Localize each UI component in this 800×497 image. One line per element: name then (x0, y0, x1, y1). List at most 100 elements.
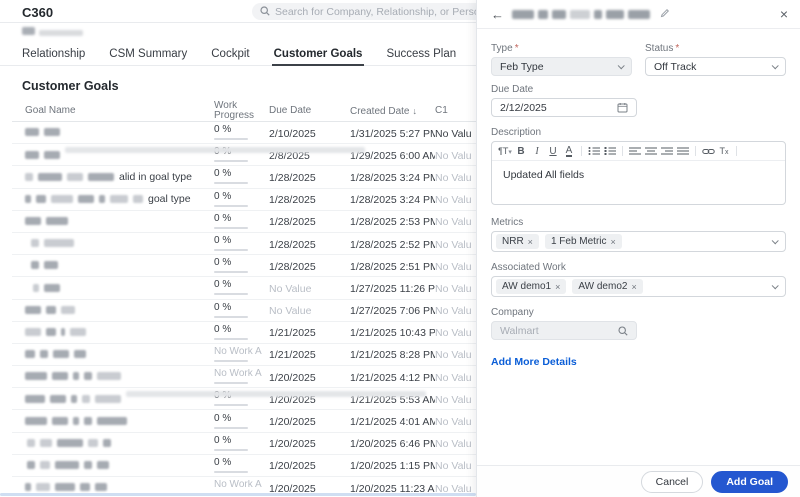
column-header-goal-name[interactable]: Goal Name (12, 106, 214, 116)
table-row[interactable]: 0 %1/21/20251/21/2025 10:43 PMNo Valu (12, 322, 532, 344)
redacted-text (73, 417, 79, 425)
rich-text-editor: ¶T▾BIUA Tx Updated All fields (491, 141, 786, 205)
numbered-list-icon[interactable] (603, 145, 617, 157)
edit-title-pencil-icon[interactable] (660, 5, 670, 23)
created-date-cell: 1/31/2025 5:27 PM (350, 124, 435, 142)
progress-bar (214, 471, 248, 473)
redacted-text (33, 284, 39, 292)
calendar-icon[interactable] (617, 102, 628, 113)
app-title: C360 (22, 5, 53, 20)
redacted-text (55, 483, 75, 491)
tab-csm-summary[interactable]: CSM Summary (109, 43, 187, 65)
add-goal-button[interactable]: Add Goal (711, 471, 788, 493)
column-header-due-date[interactable]: Due Date (269, 106, 350, 116)
redacted-text (46, 306, 56, 314)
column-header-created-date[interactable]: Created Date↓ (350, 106, 435, 117)
tab-customer-goals[interactable]: Customer Goals (274, 43, 363, 65)
description-text[interactable]: Updated All fields (492, 161, 785, 189)
progress-bar (214, 360, 248, 362)
redacted-text (40, 350, 48, 358)
work-progress-cell: 0 % (214, 125, 269, 140)
redacted-text (40, 461, 50, 469)
table-row[interactable]: 0 %1/20/20251/21/2025 5:53 AMNo Valu (12, 388, 532, 410)
goal-name-cell (12, 212, 214, 230)
bold-icon[interactable]: B (514, 145, 528, 157)
panel-header: ← × (477, 0, 800, 29)
align-right-icon[interactable] (660, 145, 674, 157)
table-row[interactable]: 0 %1/20/20251/20/2025 1:15 PMNo Valu (12, 455, 532, 477)
table-row[interactable]: No Work A1/21/20251/21/2025 8:28 PMNo Va… (12, 344, 532, 366)
cancel-button[interactable]: Cancel (641, 471, 704, 493)
align-center-icon[interactable] (644, 145, 658, 157)
work-progress-cell: 0 % (214, 258, 269, 273)
status-select[interactable]: Off Track (645, 57, 786, 76)
tab-cockpit[interactable]: Cockpit (211, 43, 249, 65)
work-progress-cell: 0 % (214, 236, 269, 251)
metrics-multiselect[interactable]: NRR×1 Feb Metric× (491, 231, 786, 252)
created-date-cell: 1/27/2025 11:26 PM (350, 279, 435, 297)
justify-icon[interactable] (676, 145, 690, 157)
redacted-text (27, 439, 35, 447)
sort-desc-icon[interactable]: ↓ (412, 106, 417, 116)
goal-name-cell: goal type (12, 190, 214, 208)
redacted-text (27, 461, 35, 469)
redacted-text (46, 217, 68, 225)
back-arrow-icon[interactable]: ← (491, 8, 504, 21)
redacted-text (88, 439, 98, 447)
created-date-cell: 1/21/2025 8:28 PM (350, 345, 435, 363)
table-row[interactable]: 0 %No Value1/27/2025 7:06 PMNo Valu (12, 300, 532, 322)
table-row[interactable]: 0 %1/28/20251/28/2025 2:51 PMNo Valu (12, 255, 532, 277)
work-progress-cell: 0 % (214, 325, 269, 340)
add-more-details-link[interactable]: Add More Details (491, 356, 577, 368)
clear-formatting-icon[interactable]: Tx (717, 145, 731, 157)
redacted-text (25, 173, 33, 181)
text-style-icon[interactable]: ¶T▾ (498, 145, 512, 157)
goal-name-cell (12, 257, 214, 275)
insert-link-icon[interactable] (701, 145, 715, 157)
table-row[interactable]: 0 %1/28/20251/28/2025 2:52 PMNo Valu (12, 233, 532, 255)
table-row[interactable]: goal type0 %1/28/20251/28/2025 3:24 PMNo… (12, 189, 532, 211)
tab-relationship[interactable]: Relationship (22, 43, 85, 65)
redacted-text (97, 372, 121, 380)
metric-tag: NRR× (496, 234, 539, 249)
toolbar-separator (695, 146, 696, 156)
redacted-text (46, 328, 56, 336)
redacted-text (44, 128, 60, 136)
table-row[interactable]: 0 %2/10/20251/31/2025 5:27 PMNo Valu (12, 122, 532, 144)
tab-success-plan[interactable]: Success Plan (386, 43, 456, 65)
redacted-text (110, 195, 128, 203)
table-row[interactable]: No Work A1/20/20251/21/2025 4:12 PMNo Va… (12, 366, 532, 388)
table-row[interactable]: alid in goal type0 %1/28/20251/28/2025 3… (12, 166, 532, 188)
company-input[interactable]: Walmart (491, 321, 637, 340)
table-row[interactable]: 0 %1/20/20251/21/2025 4:01 AMNo Valu (12, 410, 532, 432)
remove-tag-icon[interactable]: × (631, 282, 636, 292)
table-row[interactable]: 0 %1/20/20251/20/2025 6:46 PMNo Valu (12, 433, 532, 455)
underline-icon[interactable]: U (546, 145, 560, 157)
remove-tag-icon[interactable]: × (611, 237, 616, 247)
remove-tag-icon[interactable]: × (528, 237, 533, 247)
close-icon[interactable]: × (780, 7, 788, 21)
table-row[interactable]: 0 %No Value1/27/2025 11:26 PMNo Valu (12, 277, 532, 299)
table-row[interactable]: 0 %1/28/20251/28/2025 2:53 PMNo Valu (12, 211, 532, 233)
goal-name-cell (12, 146, 214, 164)
remove-tag-icon[interactable]: × (555, 282, 560, 292)
chevron-down-icon (772, 62, 779, 69)
redacted-text (53, 350, 69, 358)
table-row[interactable]: 0 %2/8/20251/29/2025 6:00 AMNo Valu (12, 144, 532, 166)
bullet-list-icon[interactable] (587, 145, 601, 157)
due-date-input[interactable]: 2/12/2025 (491, 98, 637, 117)
toolbar-separator (622, 146, 623, 156)
align-left-icon[interactable] (628, 145, 642, 157)
associated-work-multiselect[interactable]: AW demo1×AW demo2× (491, 276, 786, 297)
type-select[interactable]: Feb Type (491, 57, 632, 76)
redacted-text (50, 395, 66, 403)
redacted-text (25, 195, 31, 203)
italic-icon[interactable]: I (530, 145, 544, 157)
due-date-cell: 1/28/2025 (269, 168, 350, 186)
redacted-text (44, 261, 58, 269)
font-color-icon[interactable]: A (562, 145, 576, 157)
column-header-work-progress[interactable]: Work Progress (214, 101, 269, 121)
progress-bar (214, 404, 248, 406)
rte-toolbar: ¶T▾BIUA Tx (492, 142, 785, 161)
horizontal-scrollbar[interactable] (0, 493, 476, 496)
